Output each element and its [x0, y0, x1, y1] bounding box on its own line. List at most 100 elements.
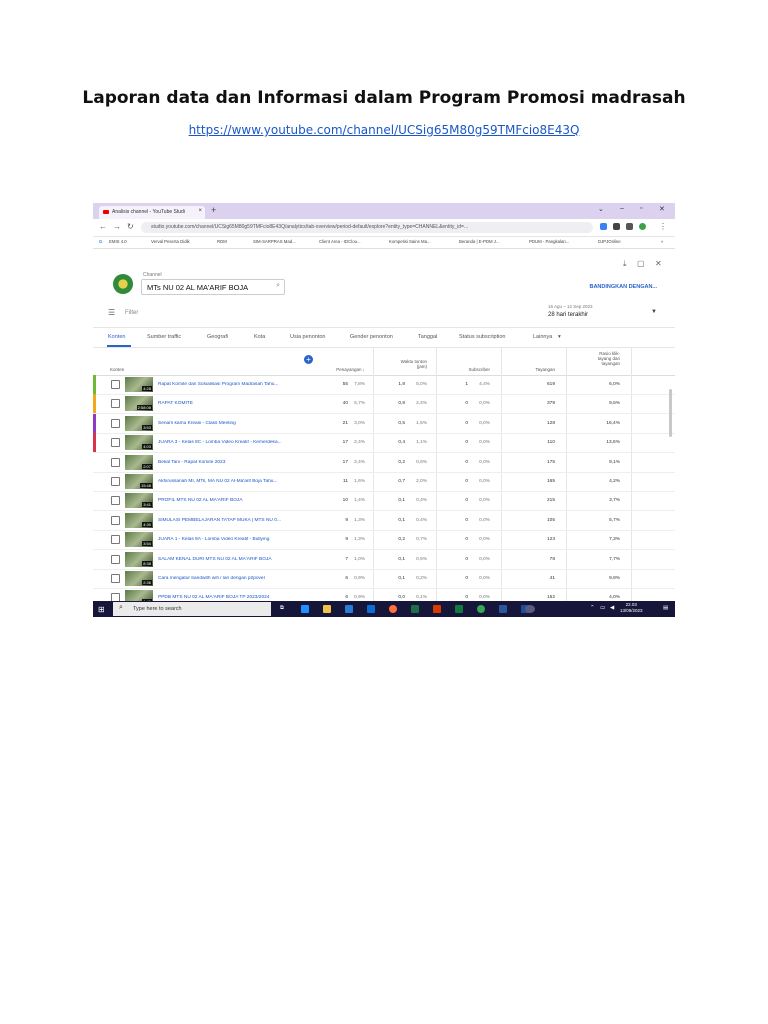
video-title[interactable]: Bekal Tani - Rapat Komite 2023 — [158, 460, 308, 465]
row-checkbox[interactable] — [111, 418, 120, 428]
table-row[interactable]: 4:28 Rapat Komite dan Sosialisasi Program… — [93, 375, 675, 395]
forward-icon[interactable]: → — [113, 222, 121, 231]
table-row[interactable]: 2:36 Cara mengatur bandwith wifi / lan de… — [93, 569, 675, 589]
new-tab-icon[interactable]: + — [211, 205, 216, 215]
close-window-icon[interactable]: ✕ — [659, 205, 665, 213]
row-checkbox[interactable] — [111, 535, 120, 545]
volume-icon[interactable]: ◀ — [610, 605, 614, 611]
video-title[interactable]: RAPAT KOMITE — [158, 401, 308, 406]
filter-label[interactable]: Filter — [125, 310, 138, 316]
video-thumbnail[interactable]: 3:54 — [125, 532, 153, 548]
feedback-icon[interactable]: ▢ — [637, 259, 645, 268]
video-thumbnail[interactable]: 3:41 — [125, 493, 153, 509]
chrome-active-icon[interactable] — [525, 605, 535, 613]
header-tayangan[interactable]: Tayangan — [503, 367, 555, 372]
bookmark-item[interactable]: DJPJOnline — [598, 239, 621, 244]
row-checkbox[interactable] — [111, 457, 120, 467]
table-row[interactable]: 3:53 Senam kamu Kreasi - Class Meeting 21 3… — [93, 413, 675, 434]
table-row[interactable]: 3:54 JUARA 1 - Kelas 9A - Lomba Video Kre… — [93, 530, 675, 551]
acrobat-icon[interactable] — [433, 605, 441, 613]
file-explorer-icon[interactable] — [323, 605, 331, 613]
bookmark-item[interactable]: EMIS 4.0 — [109, 239, 127, 244]
google-icon[interactable]: G — [99, 239, 102, 244]
word-icon[interactable] — [499, 605, 507, 613]
system-clock[interactable]: 22.03 13/09/2023 — [620, 602, 643, 614]
minimize-icon[interactable]: – — [620, 205, 624, 212]
video-title[interactable]: SIMULASI PEMBELAJARAN TATAP MUKA | MTS N… — [158, 518, 308, 523]
row-checkbox[interactable] — [111, 380, 120, 389]
bookmark-item[interactable]: Client Area - IDClou... — [319, 239, 361, 244]
bookmark-item[interactable]: Verval Peserta Didik — [151, 239, 190, 244]
tab-gender-penonton[interactable]: Gender penonton — [350, 334, 393, 340]
video-thumbnail[interactable]: 2:07 — [125, 454, 153, 470]
lainnya-dropdown-icon[interactable]: ▾ — [558, 334, 561, 340]
row-checkbox[interactable] — [111, 477, 120, 486]
profile-avatar[interactable] — [639, 223, 646, 230]
video-title[interactable]: PPDB MTS NU 02 AL MA'ARIF BOJA TP 2023/2… — [158, 595, 308, 600]
windows-start-icon[interactable]: ⊞ — [98, 605, 105, 614]
table-row[interactable]: 4:30 SIMULASI PEMBELAJARAN TATAP MUKA | M… — [93, 511, 675, 531]
taskbar-search[interactable]: ⌕ Type here to search — [113, 602, 271, 616]
filter-icon[interactable]: ☰ — [108, 308, 115, 317]
back-icon[interactable]: ← — [99, 222, 107, 231]
tab-konten[interactable]: Konten — [108, 334, 125, 340]
row-checkbox[interactable] — [111, 515, 120, 525]
header-waktu-tonton[interactable]: Waktu tonton (jam) — [375, 359, 427, 369]
header-rasio-klik[interactable]: Rasio klik-tayang dari tayangan — [568, 351, 620, 366]
channel-selector[interactable]: MTs NU 02 AL MA'ARIF BOJA ⌕ — [141, 279, 285, 295]
extensions-puzzle-icon[interactable] — [613, 223, 620, 230]
add-metric-icon[interactable]: + — [304, 355, 313, 364]
bookmark-item[interactable]: RDM — [217, 239, 227, 244]
date-dropdown-icon[interactable]: ▼ — [651, 309, 657, 315]
url-field[interactable]: studio.youtube.com/channel/UCSig65M80g59… — [141, 222, 593, 233]
header-konten[interactable]: Konten — [110, 367, 124, 372]
firefox-icon[interactable] — [389, 605, 397, 613]
row-checkbox[interactable] — [111, 399, 120, 409]
tab-kota[interactable]: Kota — [254, 334, 265, 340]
video-title[interactable]: JUARA 3 - Kelas 8C - Lomba Video Kreatif… — [158, 440, 308, 445]
video-thumbnail[interactable]: 4:30 — [125, 512, 153, 528]
tab-sumber-traffic[interactable]: Sumber traffic — [147, 334, 181, 340]
video-title[interactable]: Cara mengatur bandwith wifi / lan dengan… — [158, 576, 308, 581]
extension-icon[interactable] — [600, 223, 607, 230]
row-checkbox[interactable] — [111, 574, 120, 583]
network-icon[interactable]: ▭ — [600, 605, 605, 611]
tab-usia-penonton[interactable]: Usia penonton — [290, 334, 325, 340]
video-title[interactable]: JUARA 1 - Kelas 9A - Lomba Video Kreatif… — [158, 537, 308, 542]
restore-icon[interactable]: ▫ — [640, 205, 642, 212]
compare-button[interactable]: BANDINGKAN DENGAN... — [589, 284, 657, 290]
more-bookmarks-icon[interactable]: » — [661, 239, 663, 244]
download-icon[interactable]: ⤓ — [623, 259, 627, 269]
edge-icon[interactable] — [301, 605, 309, 613]
chrome-icon[interactable] — [477, 605, 485, 613]
channel-link[interactable]: https://www.youtube.com/channel/UCSig65M… — [0, 123, 768, 137]
task-view-icon[interactable]: ⧉ — [280, 605, 284, 612]
tab-search-icon[interactable]: ⌄ — [598, 205, 604, 213]
row-checkbox[interactable] — [111, 438, 120, 448]
browser-tab[interactable]: Analisis channel - YouTube Studi × — [99, 206, 205, 219]
video-title[interactable]: SALAM KENAL DURI MTS NU 02 AL MA'ARIF BO… — [158, 557, 308, 562]
scrollbar[interactable] — [669, 389, 672, 437]
video-thumbnail[interactable]: 15:48 — [125, 474, 153, 489]
bookmark-item[interactable]: Kompetisi Sains Ma... — [389, 239, 431, 244]
video-title[interactable]: Rapat Komite dan Sosialisasi Program Mad… — [158, 382, 308, 387]
excel-icon[interactable] — [411, 605, 419, 613]
tab-tanggal[interactable]: Tanggal — [418, 334, 437, 340]
close-analytics-icon[interactable]: ✕ — [655, 259, 662, 268]
header-penayangan[interactable]: Penayangan ↓ — [308, 367, 365, 372]
tab-geografi[interactable]: Geografi — [207, 334, 228, 340]
table-row[interactable]: 15:48 Akhirussanah MI, MTs, MA NU 02 Al-M… — [93, 472, 675, 492]
tab-lainnya[interactable]: Lainnya — [533, 334, 552, 340]
table-row[interactable]: 2:07 Bekal Tani - Rapat Komite 2023 17 2,4%… — [93, 453, 675, 473]
video-thumbnail[interactable]: 3:53 — [125, 415, 153, 431]
bookmark-item[interactable]: PDUM - Pangkalan... — [529, 239, 569, 244]
header-subscriber[interactable]: Subscriber — [438, 367, 490, 372]
notification-icon[interactable]: ▤ — [663, 605, 668, 611]
video-title[interactable]: PROFIL MTS NU 02 AL MA'ARIF BOJA — [158, 498, 308, 503]
sidebar-icon[interactable] — [626, 223, 633, 230]
video-title[interactable]: Akhirussanah MI, MTs, MA NU 02 Al-Ma'ari… — [158, 479, 308, 484]
video-thumbnail[interactable]: 8:38 — [125, 551, 153, 567]
bookmark-item[interactable]: Beranda | E-PDM J... — [459, 239, 500, 244]
row-checkbox[interactable] — [111, 554, 120, 564]
mail-icon[interactable] — [367, 605, 375, 613]
